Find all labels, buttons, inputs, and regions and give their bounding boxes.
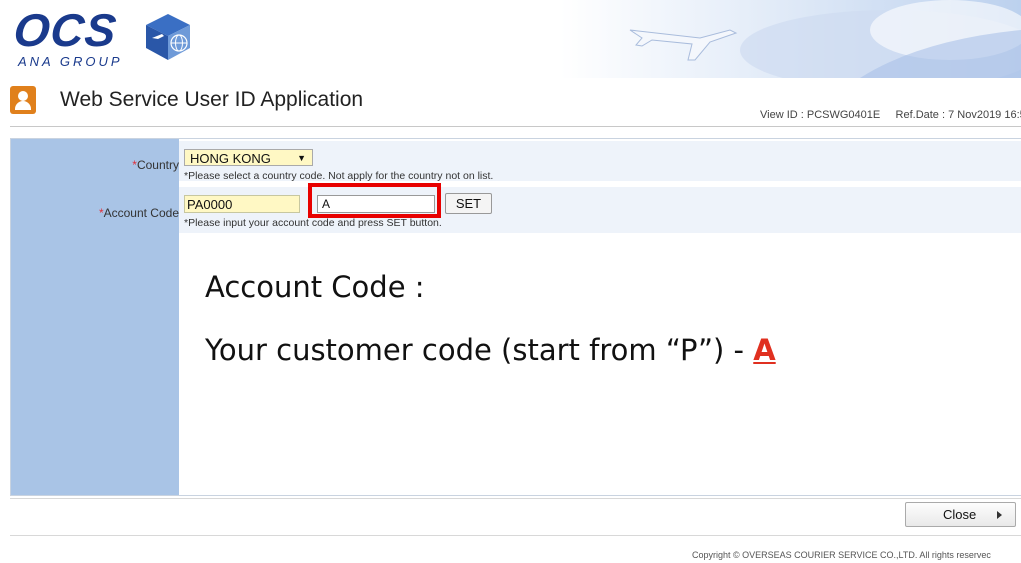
country-field: HONG KONG ▼ *Please select a country cod… [179, 141, 1021, 182]
country-hint: *Please select a country code. Not apply… [184, 170, 494, 182]
close-button[interactable]: Close [905, 502, 1016, 527]
account-code-hint: *Please input your account code and pres… [184, 217, 442, 229]
application-form: *Country HONG KONG ▼ *Please select a co… [10, 138, 1021, 496]
country-selected-value: HONG KONG [190, 151, 271, 166]
set-button[interactable]: SET [445, 193, 492, 214]
close-button-label: Close [943, 507, 977, 522]
page-title: Web Service User ID Application [60, 88, 364, 111]
account-code-row: *Account Code PA0000 A SET *Please input… [11, 187, 1021, 233]
annotation-title: Account Code : [205, 270, 425, 304]
copyright: Copyright © OVERSEAS COURIER SERVICE CO.… [692, 550, 991, 560]
view-id: View ID : PCSWG0401E [760, 109, 881, 121]
dropdown-arrow-icon: ▼ [297, 153, 306, 163]
account-code-prefix: PA0000 [184, 195, 300, 213]
country-label-text: Country [136, 158, 179, 172]
logo-wordmark: OCS [11, 4, 120, 56]
annotation-accent: A [753, 333, 776, 367]
account-code-field: PA0000 A SET *Please input your account … [179, 187, 1021, 233]
company-logo: OCS ANA GROUP [11, 4, 194, 76]
ref-date: Ref.Date : 7 Nov2019 16:5 [895, 109, 1021, 121]
country-label: *Country [132, 158, 179, 172]
page-meta: View ID : PCSWG0401E Ref.Date : 7 Nov201… [760, 109, 1021, 121]
annotation-text: Your customer code (start from “P”) - A [205, 333, 776, 367]
title-divider [10, 126, 1021, 127]
user-icon [10, 86, 36, 114]
footer-divider [10, 498, 1021, 499]
logo-subtitle: ANA GROUP [18, 54, 123, 69]
airplane-banner-image [560, 0, 1021, 78]
country-select[interactable]: HONG KONG ▼ [184, 149, 313, 166]
annotation-line: Your customer code (start from “P”) - [205, 333, 754, 367]
account-code-label-text: Account Code [103, 206, 179, 220]
header: OCS ANA GROUP [0, 0, 1021, 78]
country-row: *Country HONG KONG ▼ *Please select a co… [11, 141, 1021, 182]
arrow-right-icon [997, 511, 1002, 519]
footer-divider-bottom [10, 535, 1021, 536]
globe-cube-icon [146, 14, 190, 60]
highlight-box [308, 183, 441, 218]
account-code-label: *Account Code [99, 206, 179, 220]
